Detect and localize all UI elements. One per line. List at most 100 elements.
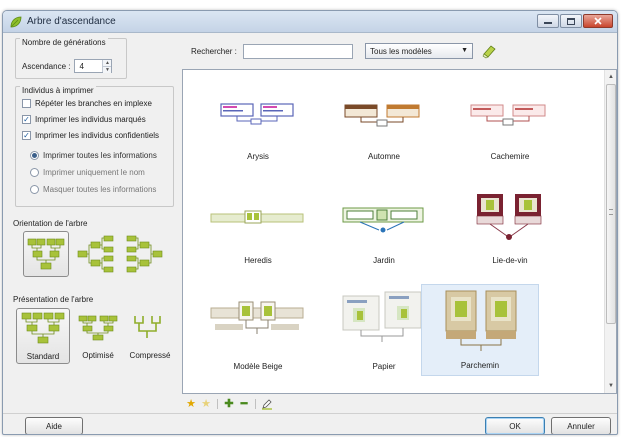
close-icon — [594, 17, 602, 25]
template-tile-jardin[interactable]: Jardin — [325, 182, 443, 270]
search-input[interactable] — [242, 44, 353, 59]
template-tile-lie-de-vin[interactable]: Lie-de-vin — [451, 182, 569, 270]
models-filter-select[interactable]: Tous les modèles ▼ — [365, 43, 473, 59]
radio-label: Imprimer toutes les informations — [43, 151, 157, 160]
orientation-label: Orientation de l'arbre — [13, 219, 88, 228]
toolbar-divider — [255, 399, 256, 409]
checkbox-repeat-branches[interactable]: Répéter les branches en implexe — [22, 99, 152, 108]
star-empty-icon[interactable]: ★ — [200, 398, 212, 410]
footer-divider — [3, 413, 617, 414]
presentation-option-label: Compressé — [129, 351, 171, 360]
search-row: Rechercher : — [191, 44, 353, 59]
maximize-icon — [567, 17, 575, 25]
checkbox-print-marked[interactable]: ✓ Imprimer les individus marqués — [22, 115, 146, 124]
edit-icon[interactable] — [261, 398, 273, 410]
checkbox-label: Répéter les branches en implexe — [35, 99, 152, 108]
individuals-group-title: Individus à imprimer — [20, 86, 96, 95]
tree-horizontal-left-icon — [77, 235, 114, 273]
orientation-right-button[interactable] — [121, 231, 167, 277]
checkbox-label: Imprimer les individus confidentiels — [35, 131, 160, 140]
template-name: Modèle Beige — [233, 362, 283, 371]
star-icon[interactable]: ★ — [185, 398, 197, 410]
individuals-group: Individus à imprimer Répéter les branche… — [15, 86, 174, 207]
dialog-window: Arbre d'ascendance Nombre de générations… — [2, 10, 618, 435]
template-name: Jardin — [373, 256, 395, 265]
template-tile-parchemin[interactable]: Parchemin — [421, 284, 539, 376]
scroll-down-icon[interactable]: ▼ — [605, 380, 616, 392]
minimize-button[interactable] — [537, 14, 559, 28]
template-thumbnail — [210, 210, 304, 224]
presentation-optimized-option[interactable]: Optimisé — [73, 308, 123, 364]
close-button[interactable] — [583, 14, 613, 28]
leaf-icon — [10, 16, 22, 28]
ok-button[interactable]: OK — [485, 417, 545, 434]
window-title: Arbre d'ascendance — [27, 16, 116, 27]
orientation-vertical-button[interactable] — [23, 231, 69, 277]
ok-button-label: OK — [509, 421, 521, 431]
tree-horizontal-right-icon — [126, 235, 163, 273]
ascendance-value[interactable]: 4 — [75, 60, 102, 72]
ascendance-stepper[interactable]: 4 ▲ ▼ — [74, 59, 113, 73]
stepper-down-icon[interactable]: ▼ — [103, 66, 112, 73]
gallery-toolbar: ★ ★ ✚ ━ — [183, 397, 615, 411]
tree-optimized-icon — [78, 315, 118, 341]
scroll-up-icon[interactable]: ▲ — [605, 71, 616, 83]
presentation-standard-option[interactable]: Standard — [16, 308, 70, 364]
template-name: Parchemin — [460, 361, 500, 370]
models-filter-value: Tous les modèles — [370, 47, 432, 56]
tree-compressed-icon — [134, 316, 161, 338]
radio-label: Masquer toutes les informations — [43, 185, 157, 194]
radio-all-info[interactable]: Imprimer toutes les informations — [30, 151, 157, 160]
orientation-left-button[interactable] — [73, 231, 119, 277]
checkbox-unchecked[interactable] — [22, 99, 31, 108]
cancel-button[interactable]: Annuler — [551, 417, 611, 434]
presentation-compressed-option[interactable]: Compressé — [125, 308, 175, 364]
presentation-option-label: Standard — [26, 352, 60, 361]
template-thumbnail — [342, 207, 424, 233]
template-name: Automne — [367, 152, 401, 161]
checkbox-checked[interactable]: ✓ — [22, 115, 31, 124]
generations-group: Nombre de générations Ascendance : 4 ▲ ▼ — [15, 38, 127, 79]
gallery-scrollbar[interactable]: ▲ ▼ — [604, 70, 616, 393]
radio-label: Imprimer uniquement le nom — [43, 168, 145, 177]
template-tile-modele-beige[interactable]: Modèle Beige — [199, 286, 317, 374]
checkbox-print-confidential[interactable]: ✓ Imprimer les individus confidentiels — [22, 131, 159, 140]
help-button[interactable]: Aide — [25, 417, 83, 434]
radio-selected[interactable] — [30, 151, 39, 160]
radio-unselected[interactable] — [30, 168, 39, 177]
template-tile-cachemire[interactable]: Cachemire — [451, 80, 569, 168]
template-name: Lie-de-vin — [492, 256, 528, 265]
template-tile-arysis[interactable]: Arysis — [199, 80, 317, 168]
radio-unselected[interactable] — [30, 185, 39, 194]
template-name: Heredis — [244, 256, 272, 265]
minimize-icon — [544, 22, 552, 24]
title-bar[interactable]: Arbre d'ascendance — [3, 11, 617, 33]
checkbox-label: Imprimer les individus marqués — [35, 115, 146, 124]
template-name: Arysis — [247, 152, 269, 161]
template-thumbnail — [220, 103, 294, 125]
chevron-down-icon: ▼ — [461, 47, 468, 54]
checkbox-checked[interactable]: ✓ — [22, 131, 31, 140]
template-thumbnail — [210, 301, 304, 334]
ascendance-label: Ascendance : — [22, 61, 71, 71]
cancel-button-label: Annuler — [567, 421, 595, 431]
radio-name-only[interactable]: Imprimer uniquement le nom — [30, 168, 145, 177]
template-tile-automne[interactable]: Automne — [325, 80, 443, 168]
toolbar-divider — [217, 399, 218, 409]
scrollbar-thumb[interactable] — [606, 84, 616, 324]
tree-vertical-icon — [27, 238, 65, 270]
remove-icon[interactable]: ━ — [238, 398, 250, 410]
tree-standard-icon — [21, 312, 65, 344]
template-thumbnail — [344, 104, 420, 127]
template-thumbnail — [470, 104, 546, 126]
maximize-button[interactable] — [560, 14, 582, 28]
add-icon[interactable]: ✚ — [223, 398, 235, 410]
radio-hide-info[interactable]: Masquer toutes les informations — [30, 185, 156, 194]
template-tile-heredis[interactable]: Heredis — [199, 182, 317, 270]
template-thumbnail — [476, 194, 542, 240]
eraser-icon[interactable] — [481, 43, 497, 59]
presentation-option-label: Optimisé — [82, 351, 114, 360]
generations-group-title: Nombre de générations — [20, 38, 108, 47]
template-thumbnail — [445, 290, 517, 351]
template-name: Cachemire — [490, 152, 530, 161]
